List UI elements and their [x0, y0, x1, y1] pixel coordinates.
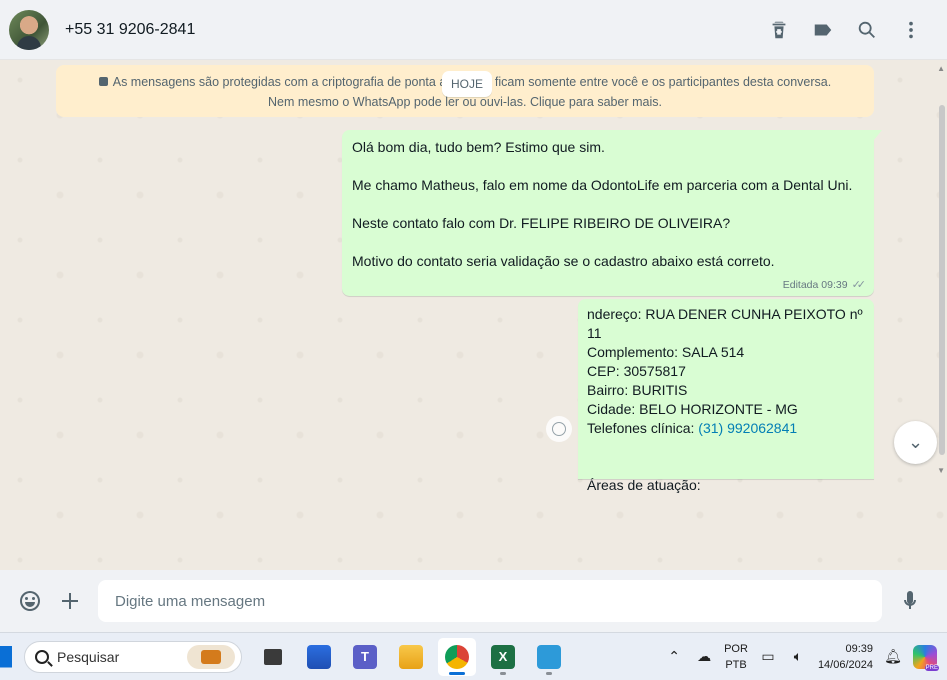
volume-icon[interactable]: 🔈︎ [788, 647, 808, 667]
chat-header: +55 31 9206-2841 [0, 0, 947, 60]
taskbar-apps: T X [254, 637, 568, 676]
delete-icon[interactable] [757, 8, 801, 52]
message-input[interactable] [98, 580, 882, 622]
teams-icon[interactable]: T [346, 638, 384, 676]
windows-taskbar: Pesquisar T X ⌃ ☁ POR PTB ▭ 🔈︎ 09:39 14/… [0, 632, 947, 680]
taskbar-search[interactable]: Pesquisar [24, 640, 242, 673]
copilot-badge: PRE [924, 664, 939, 671]
briefcase-icon [187, 644, 235, 669]
scroll-up-arrow[interactable]: ▲ [937, 64, 945, 73]
message-meta: Editada 09:39 ✓✓ [782, 278, 867, 292]
clock-date: 14/06/2024 [817, 658, 873, 671]
chevron-up-icon[interactable]: ⌃ [664, 647, 684, 667]
taskbar-clock[interactable]: 09:39 14/06/2024 [818, 641, 873, 673]
phone-label: Telefones clínica: [587, 420, 699, 436]
message-line: Bairro: BURITIS [587, 382, 688, 398]
message-line: Cidade: BELO HORIZONTE - MG [587, 401, 798, 417]
copilot-icon[interactable]: PRE [913, 644, 939, 671]
chevron-down-icon: ⌄ [907, 432, 924, 452]
label-icon[interactable] [801, 8, 845, 52]
menu-icon[interactable] [889, 8, 933, 52]
task-view-icon[interactable] [254, 638, 292, 676]
microsoft-store-icon[interactable] [300, 638, 338, 676]
language-code: POR [724, 642, 748, 655]
attach-plus-icon[interactable] [50, 581, 90, 621]
message-line: Olá bom dia, tudo bem? Estimo que sim. [352, 139, 605, 155]
chat-panel[interactable]: As mensagens são protegidas com a cripto… [0, 60, 947, 570]
message-line: Neste contato falo com Dr. FELIPE RIBEIR… [352, 215, 731, 231]
cloud-offline-icon[interactable]: ☁ [694, 647, 714, 667]
search-icon [35, 649, 49, 664]
message-line: Me chamo Matheus, falo em nome da Odonto… [352, 177, 853, 193]
date-chip: HOJE [442, 71, 492, 97]
network-icon[interactable]: ▭ [758, 647, 778, 667]
header-actions [757, 8, 933, 52]
smiley-icon [552, 422, 566, 436]
keyboard-layout: PTB [725, 658, 747, 671]
notification-bell-icon[interactable]: 🔔︎ [883, 647, 903, 667]
windows-start-icon[interactable] [0, 645, 12, 668]
file-explorer-icon[interactable] [392, 638, 430, 676]
contact-avatar[interactable] [9, 9, 49, 50]
message-bubble-outgoing[interactable]: ndereço: RUA DENER CUNHA PEIXOTO nº 11 C… [578, 299, 874, 493]
emoji-react-button[interactable] [546, 416, 572, 442]
scroll-to-bottom-button[interactable]: ⌄ [894, 421, 937, 464]
message-line: Telefones clínica: (31) 992062841 [587, 419, 866, 438]
chat-scrollbar[interactable] [939, 105, 945, 455]
message-line: Motivo do contato seria validação se o c… [352, 253, 775, 269]
notepad-icon[interactable] [530, 638, 568, 676]
chrome-icon[interactable] [438, 637, 476, 676]
message-timestamp: Editada 09:39 [782, 278, 848, 291]
double-check-icon: ✓✓ [851, 279, 867, 291]
phone-link[interactable]: (31) 992062841 [698, 420, 797, 436]
message-line: ndereço: RUA DENER CUNHA PEIXOTO nº 11 [587, 306, 863, 341]
language-indicator[interactable]: POR PTB [724, 641, 748, 673]
message-line: CEP: 30575817 [587, 363, 686, 379]
message-composer [0, 570, 947, 632]
microphone-icon[interactable] [890, 581, 930, 621]
message-line: Complemento: SALA 514 [587, 344, 745, 360]
excel-icon[interactable]: X [484, 638, 522, 676]
contact-name[interactable]: +55 31 9206-2841 [65, 21, 195, 39]
bubble-tail [874, 130, 882, 140]
message-bubble-outgoing[interactable]: Olá bom dia, tudo bem? Estimo que sim. M… [342, 130, 882, 296]
taskbar-search-label: Pesquisar [57, 648, 120, 665]
clock-time: 09:39 [845, 642, 873, 655]
system-tray: ⌃ ☁ POR PTB ▭ 🔈︎ 09:39 14/06/2024 🔔︎ PRE [664, 641, 939, 673]
scroll-down-arrow[interactable]: ▼ [937, 466, 945, 475]
search-icon[interactable] [845, 8, 889, 52]
lock-icon [98, 77, 108, 86]
message-line: Áreas de atuação: [587, 477, 701, 493]
emoji-icon[interactable] [10, 581, 50, 621]
